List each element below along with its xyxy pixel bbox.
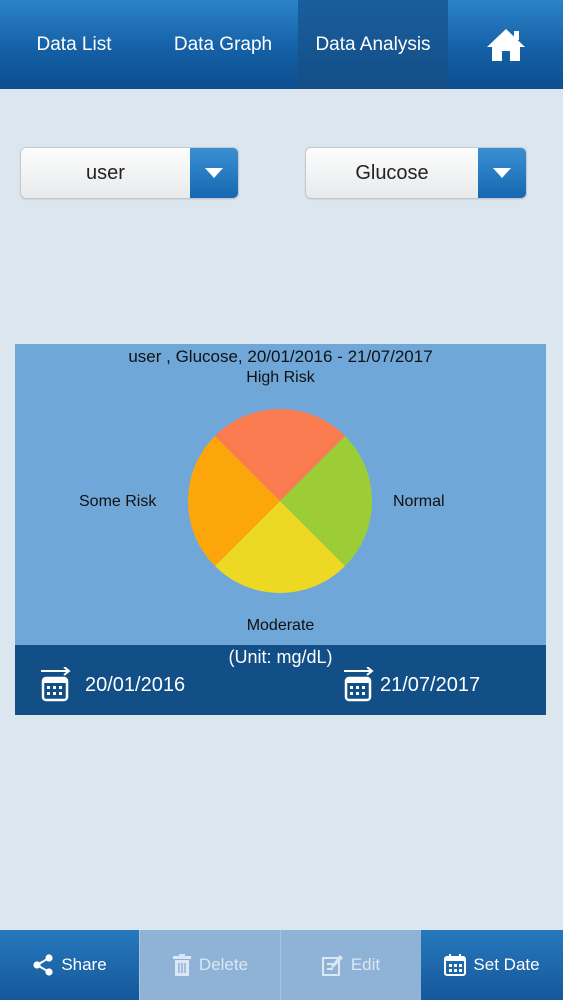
- bottom-toolbar: Share Delete Edit Set Date: [0, 930, 563, 1000]
- share-icon: [32, 954, 54, 976]
- user-select-toggle[interactable]: [190, 148, 238, 198]
- delete-label: Delete: [198, 955, 249, 974]
- tab-data-list-label: Data List: [36, 33, 112, 55]
- start-date-picker[interactable]: 20/01/2016: [37, 667, 185, 703]
- chevron-down-icon: [205, 168, 223, 178]
- slice-label-normal: Normal: [393, 493, 445, 510]
- measure-select-value: Glucose: [355, 161, 429, 184]
- slice-label-moderate: Moderate: [246, 617, 315, 634]
- edit-icon: [321, 954, 344, 976]
- measure-select-toggle[interactable]: [478, 148, 526, 198]
- chevron-down-icon: [493, 168, 511, 178]
- edit-button[interactable]: Edit: [280, 930, 421, 1000]
- user-select[interactable]: user: [20, 147, 239, 199]
- edit-label: Edit: [350, 955, 381, 974]
- tab-data-list[interactable]: Data List: [0, 0, 148, 89]
- home-icon: [486, 28, 525, 61]
- tab-data-analysis[interactable]: Data Analysis: [298, 0, 448, 89]
- chart-footer: (Unit: mg/dL) 20/01/2016 21/07/2017: [15, 645, 546, 715]
- set-date-label: Set Date: [473, 955, 540, 974]
- calendar-icon: [444, 954, 467, 976]
- home-button[interactable]: [448, 0, 563, 89]
- slice-label-high-risk: High Risk: [246, 369, 315, 386]
- delete-button[interactable]: Delete: [139, 930, 280, 1000]
- unit-label: (Unit: mg/dL): [228, 647, 333, 667]
- slice-label-some-risk: Some Risk: [79, 493, 157, 510]
- end-date-picker[interactable]: 21/07/2017: [340, 667, 480, 703]
- pie-chart: [188, 409, 372, 593]
- user-select-value: user: [86, 161, 125, 184]
- set-date-button[interactable]: Set Date: [421, 930, 563, 1000]
- measure-select[interactable]: Glucose: [305, 147, 527, 199]
- trash-icon: [172, 954, 192, 976]
- calendar-icon: [41, 667, 71, 702]
- chart-title: user , Glucose, 20/01/2016 - 21/07/2017: [128, 347, 433, 366]
- tab-data-analysis-label: Data Analysis: [315, 33, 431, 55]
- tab-data-graph-label: Data Graph: [173, 33, 273, 55]
- analysis-chart-panel: user , Glucose, 20/01/2016 - 21/07/2017 …: [15, 344, 546, 645]
- share-button[interactable]: Share: [0, 930, 139, 1000]
- tab-data-graph[interactable]: Data Graph: [148, 0, 298, 89]
- end-date-value: 21/07/2017: [380, 673, 481, 696]
- share-label: Share: [61, 955, 107, 974]
- start-date-value: 20/01/2016: [85, 673, 186, 696]
- calendar-icon: [344, 667, 374, 702]
- top-nav-bar: Data List Data Graph Data Analysis: [0, 0, 563, 89]
